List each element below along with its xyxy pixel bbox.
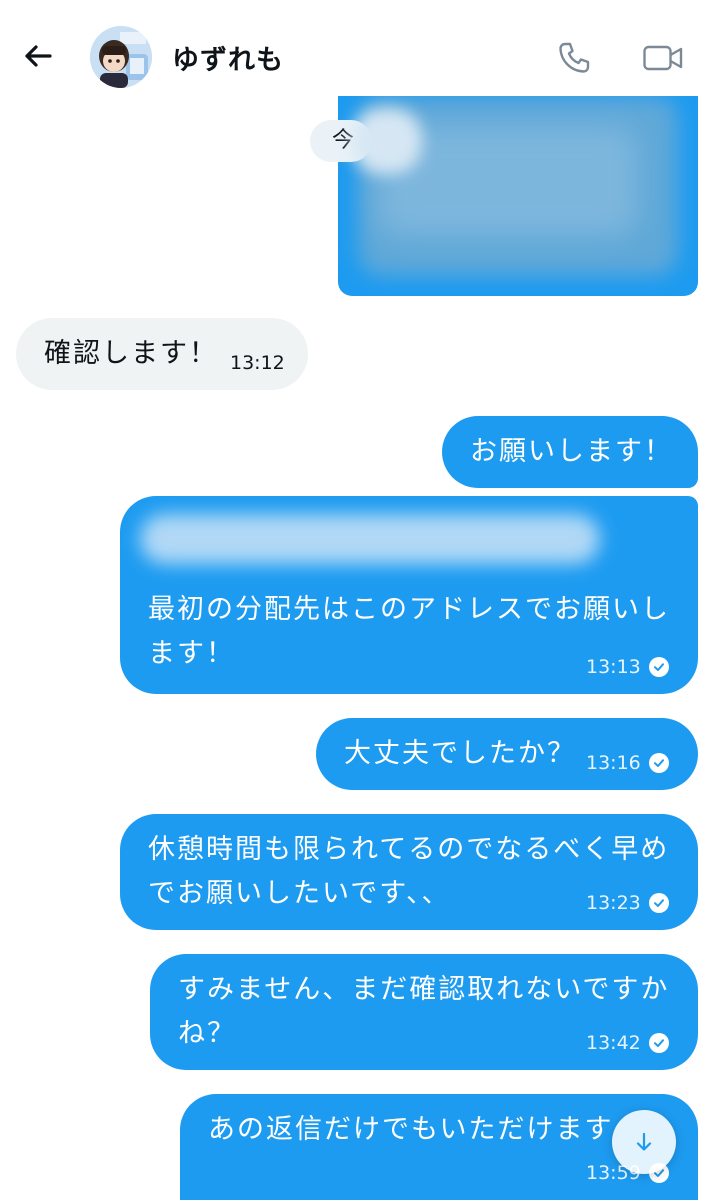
redacted-address	[140, 514, 600, 564]
read-check-icon	[648, 753, 669, 773]
message-text: あの返信だけでもいただけます	[208, 1114, 614, 1145]
message-text: 大丈夫でしたか？	[344, 738, 576, 769]
avatar[interactable]	[90, 26, 152, 88]
read-check-icon	[648, 657, 669, 677]
message-text-line: 最初の分配先はこのアドレスでお願いし	[148, 594, 670, 625]
message-time: 13:16	[586, 752, 669, 774]
message-text-line: ね？	[178, 1018, 236, 1049]
message-text: 確認します！	[44, 338, 218, 369]
read-check-icon	[648, 893, 669, 913]
message-time: 13:23	[586, 892, 669, 914]
call-button[interactable]	[552, 36, 596, 80]
message-time: 13:13	[586, 656, 669, 678]
avatar-image	[90, 26, 152, 88]
back-button[interactable]	[18, 36, 58, 76]
contact-name[interactable]: ゆずれも	[172, 38, 284, 77]
message-text: お願いします！	[470, 436, 673, 467]
outgoing-message[interactable]: お願いします！	[442, 416, 698, 488]
message-text-line: ます！	[148, 638, 235, 669]
message-time: 13:42	[586, 1032, 669, 1054]
arrow-left-icon	[25, 45, 52, 67]
message-text-line: すみません、まだ確認取れないですか	[178, 974, 670, 1005]
outgoing-message[interactable]: すみません、まだ確認取れないですか ね？ 13:42	[150, 954, 698, 1070]
outgoing-message[interactable]: 最初の分配先はこのアドレスでお願いし ます！ 13:13	[120, 496, 698, 694]
message-text-line: 休憩時間も限られてるのでなるべく早め	[148, 834, 670, 865]
outgoing-message[interactable]: 大丈夫でしたか？ 13:16	[316, 718, 698, 790]
incoming-message[interactable]: 確認します！ 13:12	[16, 318, 308, 390]
message-text-line: でお願いしたいです、、	[148, 878, 451, 909]
read-check-icon	[648, 1033, 669, 1053]
arrow-down-icon	[636, 1132, 652, 1151]
scroll-to-bottom-button[interactable]	[612, 1110, 676, 1174]
dm-conversation-screen: ゆずれも 今 確認します！ 13:12 お願いします！ 最初の分配先はこのアドレ…	[0, 0, 714, 1200]
conversation-header: ゆずれも	[0, 0, 714, 96]
video-call-button[interactable]	[640, 36, 686, 80]
phone-icon	[559, 42, 590, 73]
video-camera-icon	[643, 45, 683, 71]
timestamp-chip-redaction	[352, 108, 422, 174]
message-time: 13:12	[230, 352, 285, 374]
outgoing-message[interactable]: 休憩時間も限られてるのでなるべく早め でお願いしたいです、、 13:23	[120, 814, 698, 930]
